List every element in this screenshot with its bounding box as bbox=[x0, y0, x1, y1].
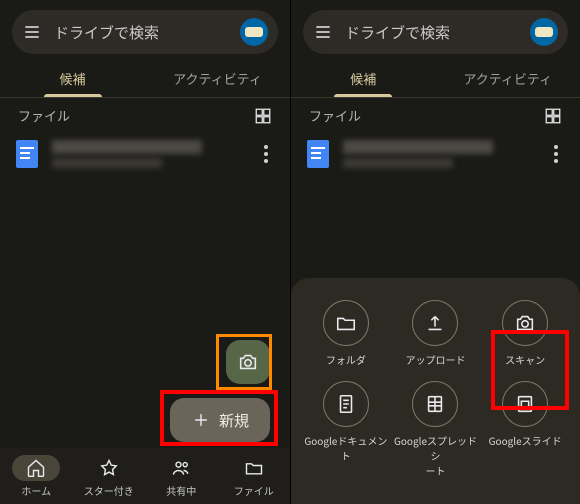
search-bar[interactable]: ドライブで検索 bbox=[303, 10, 568, 54]
folder-icon bbox=[244, 458, 264, 478]
fab-scan[interactable] bbox=[226, 340, 270, 384]
tabs: 候補 アクティビティ bbox=[291, 60, 580, 98]
tab-suggested[interactable]: 候補 bbox=[291, 60, 436, 97]
sheet-slides[interactable]: Googleスライド bbox=[480, 381, 570, 478]
search-bar[interactable]: ドライブで検索 bbox=[12, 10, 278, 54]
avatar[interactable] bbox=[530, 18, 558, 46]
create-sheet: フォルダ アップロード スキャン Googleドキュメント Googleスプレッ… bbox=[291, 278, 580, 504]
doc-icon bbox=[307, 140, 329, 168]
sheet-folder[interactable]: フォルダ bbox=[301, 300, 391, 367]
file-row[interactable] bbox=[291, 129, 580, 179]
tab-suggested[interactable]: 候補 bbox=[0, 60, 145, 97]
more-icon[interactable] bbox=[258, 139, 274, 169]
nav-home[interactable]: ホーム bbox=[0, 448, 73, 504]
file-meta-redacted bbox=[343, 158, 453, 168]
nav-shared[interactable]: 共有中 bbox=[145, 448, 218, 504]
section-title: ファイル bbox=[18, 106, 70, 125]
home-icon bbox=[26, 458, 46, 478]
view-grid-icon[interactable] bbox=[254, 107, 272, 125]
tab-activity[interactable]: アクティビティ bbox=[145, 60, 290, 97]
section-title: ファイル bbox=[309, 106, 361, 125]
search-placeholder: ドライブで検索 bbox=[345, 22, 530, 43]
file-name-redacted bbox=[52, 140, 202, 154]
sheets-icon bbox=[424, 393, 446, 415]
file-row[interactable] bbox=[0, 129, 290, 179]
sheet-scan[interactable]: スキャン bbox=[480, 300, 570, 367]
file-meta-redacted bbox=[52, 158, 162, 168]
file-info bbox=[52, 140, 244, 168]
file-info bbox=[343, 140, 534, 168]
file-name-redacted bbox=[343, 140, 493, 154]
nav-starred[interactable]: スター付き bbox=[73, 448, 146, 504]
phone-left: ドライブで検索 候補 アクティビティ ファイル 新規 ホーム bbox=[0, 0, 290, 504]
hamburger-icon[interactable] bbox=[313, 22, 335, 42]
fab-new[interactable]: 新規 bbox=[170, 398, 270, 442]
hamburger-icon[interactable] bbox=[22, 22, 44, 42]
sheet-docs[interactable]: Googleドキュメント bbox=[301, 381, 391, 478]
doc-icon bbox=[16, 140, 38, 168]
sheet-upload[interactable]: アップロード bbox=[391, 300, 481, 367]
phone-right: ドライブで検索 候補 アクティビティ ファイル フォルダ アップロード スキャン bbox=[290, 0, 580, 504]
bottom-nav: ホーム スター付き 共有中 ファイル bbox=[0, 448, 290, 504]
nav-files[interactable]: ファイル bbox=[218, 448, 291, 504]
sheet-sheets[interactable]: Googleスプレッドシ ート bbox=[391, 381, 481, 478]
plus-icon bbox=[191, 410, 211, 430]
avatar[interactable] bbox=[240, 18, 268, 46]
fab-new-label: 新規 bbox=[219, 410, 249, 431]
view-grid-icon[interactable] bbox=[544, 107, 562, 125]
upload-icon bbox=[424, 312, 446, 334]
docs-icon bbox=[335, 393, 357, 415]
folder-icon bbox=[335, 312, 357, 334]
slides-icon bbox=[514, 393, 536, 415]
more-icon[interactable] bbox=[548, 139, 564, 169]
camera-icon bbox=[514, 312, 536, 334]
files-section-header: ファイル bbox=[0, 98, 290, 129]
tabs: 候補 アクティビティ bbox=[0, 60, 290, 98]
search-placeholder: ドライブで検索 bbox=[54, 22, 240, 43]
tab-activity[interactable]: アクティビティ bbox=[436, 60, 580, 97]
people-icon bbox=[171, 458, 191, 478]
camera-icon bbox=[237, 351, 259, 373]
files-section-header: ファイル bbox=[291, 98, 580, 129]
star-icon bbox=[99, 458, 119, 478]
